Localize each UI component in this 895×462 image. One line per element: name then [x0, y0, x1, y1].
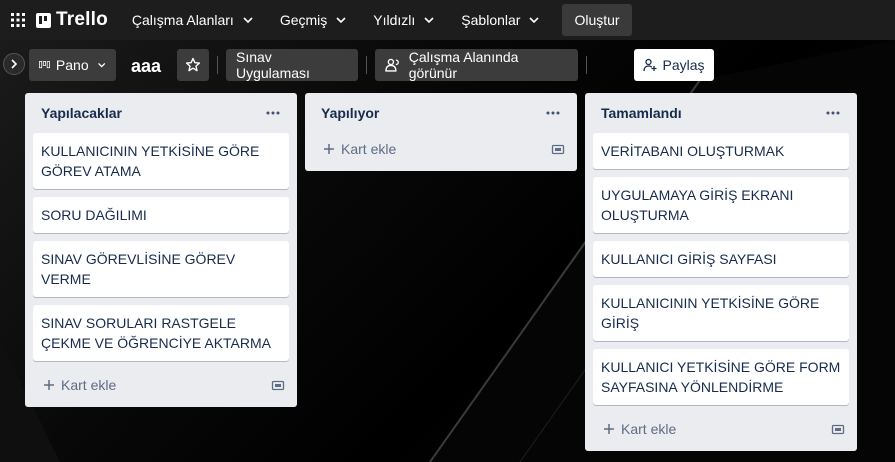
list-menu-button[interactable]: [263, 103, 283, 123]
list-footer: Kart ekle: [33, 369, 289, 401]
share-label: Paylaş: [662, 57, 705, 73]
visibility-button[interactable]: Çalışma Alanında görünür: [375, 49, 578, 81]
list-footer: Kart ekle: [313, 133, 569, 165]
board-title[interactable]: aaa: [131, 56, 161, 77]
list-header: Tamamlandı: [593, 93, 849, 133]
apps-grid-icon[interactable]: [8, 10, 28, 30]
board-view-icon: [39, 61, 50, 69]
header-divider: [366, 56, 367, 74]
nav-label: Çalışma Alanları: [131, 12, 234, 28]
card[interactable]: SORU DAĞILIMI: [33, 197, 289, 233]
nav-workspaces[interactable]: Çalışma Alanları: [122, 4, 264, 36]
sidebar-expand-button[interactable]: [3, 53, 25, 75]
create-button[interactable]: Oluştur: [562, 4, 632, 36]
board-header: Pano aaa Sınav Uygulaması Çalışma Alanın…: [0, 40, 895, 90]
list-menu-button[interactable]: [823, 103, 843, 123]
card[interactable]: KULLANICI GİRİŞ SAYFASI: [593, 241, 849, 277]
chevron-right-icon: [11, 59, 18, 69]
more-horizontal-icon: [826, 111, 840, 115]
nav-label: Yıldızlı: [373, 12, 416, 28]
list-tamamlandi: Tamamlandı VERİTABANI OLUŞTURMAK UYGULAM…: [585, 93, 857, 451]
add-card-label: Kart ekle: [341, 141, 397, 157]
add-card-label: Kart ekle: [61, 377, 117, 393]
list-header: Yapılıyor: [313, 93, 569, 133]
top-navigation: Trello Çalışma Alanları Geçmiş Yıldızlı …: [0, 0, 895, 40]
plus-icon: [324, 144, 334, 154]
list-yapilacaklar: Yapılacaklar KULLANICININ YETKİSİNE GÖRE…: [25, 93, 297, 407]
chevron-down-icon: [529, 17, 540, 24]
add-person-icon: [643, 58, 657, 72]
nav-recent[interactable]: Geçmiş: [270, 4, 357, 36]
list-yapiliyor: Yapılıyor Kart ekle: [305, 93, 577, 171]
star-icon: [185, 57, 201, 72]
card[interactable]: KULLANICI YETKİSİNE GÖRE FORM SAYFASINA …: [593, 349, 849, 405]
nav-label: Geçmiş: [279, 12, 328, 28]
list-title[interactable]: Tamamlandı: [601, 105, 682, 121]
workspace-button[interactable]: Sınav Uygulaması: [226, 49, 358, 81]
nav-label: Şablonlar: [461, 12, 521, 28]
trello-logo[interactable]: Trello: [36, 9, 108, 31]
card[interactable]: UYGULAMAYA GİRİŞ EKRANI OLUŞTURMA: [593, 177, 849, 233]
view-switcher-button[interactable]: Pano: [29, 49, 116, 81]
logo-text: Trello: [56, 9, 108, 30]
add-card-label: Kart ekle: [621, 421, 677, 437]
people-icon: [385, 58, 399, 72]
list-footer: Kart ekle: [593, 413, 849, 445]
nav-templates[interactable]: Şablonlar: [451, 4, 550, 36]
more-horizontal-icon: [266, 111, 280, 115]
view-label: Pano: [55, 57, 89, 73]
card[interactable]: SINAV SORULARI RASTGELE ÇEKME VE ÖĞRENCİ…: [33, 305, 289, 361]
card[interactable]: KULLANICININ YETKİSİNE GÖRE GÖREV ATAMA: [33, 133, 289, 189]
chevron-down-icon: [424, 17, 434, 24]
add-card-button[interactable]: Kart ekle: [323, 141, 396, 157]
star-button[interactable]: [177, 49, 209, 81]
card-template-icon[interactable]: [831, 423, 845, 435]
more-horizontal-icon: [546, 111, 560, 115]
add-card-button[interactable]: Kart ekle: [43, 377, 116, 393]
chevron-down-icon: [243, 17, 253, 24]
list-title[interactable]: Yapılıyor: [321, 105, 379, 121]
list-title[interactable]: Yapılacaklar: [41, 105, 122, 121]
card[interactable]: KULLANICININ YETKİSİNE GÖRE GİRİŞ: [593, 285, 849, 341]
chevron-down-icon: [336, 17, 346, 24]
nav-starred[interactable]: Yıldızlı: [363, 4, 445, 36]
trello-logo-icon: [36, 12, 51, 28]
card[interactable]: VERİTABANI OLUŞTURMAK: [593, 133, 849, 169]
card-template-icon[interactable]: [271, 379, 285, 391]
chevron-down-icon: [97, 62, 105, 68]
header-divider: [586, 56, 587, 74]
visibility-label: Çalışma Alanında görünür: [408, 49, 519, 81]
plus-icon: [604, 424, 614, 434]
add-card-button[interactable]: Kart ekle: [603, 421, 676, 437]
card-template-icon[interactable]: [551, 143, 565, 155]
share-button[interactable]: Paylaş: [634, 49, 714, 81]
plus-icon: [44, 380, 54, 390]
card[interactable]: SINAV GÖREVLİSİNE GÖREV VERME: [33, 241, 289, 297]
header-divider: [217, 56, 218, 74]
list-header: Yapılacaklar: [33, 93, 289, 133]
list-menu-button[interactable]: [543, 103, 563, 123]
